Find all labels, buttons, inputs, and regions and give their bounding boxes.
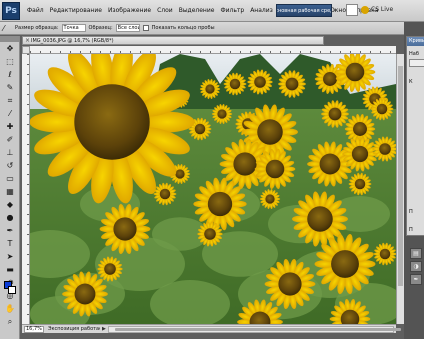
sunflower-photo (30, 54, 396, 324)
curves-dialog[interactable]: Кривые Наб К П П (406, 36, 424, 236)
sample-select[interactable]: Все слои (115, 24, 140, 32)
document-title: IMG_0036.JPG @ 16,7% (RGB/8*) (31, 37, 114, 44)
brush-tool-icon[interactable]: ✐ (2, 134, 18, 146)
eyedropper-options-icon[interactable]: ⁄ (3, 24, 12, 33)
tools-panel: ✥⬚ℓ✎⌗⁄✚✐⊥↺▭▦◆●✒T➤▬⟲◎✋⌕ (0, 36, 20, 339)
paths-panel-icon[interactable]: ✒ (410, 274, 422, 285)
menu-item-0[interactable]: Файл (24, 0, 47, 22)
crop-tool-icon[interactable]: ⌗ (2, 95, 18, 107)
preset-select[interactable] (409, 59, 424, 67)
history-brush-icon[interactable]: ↺ (2, 160, 18, 172)
menu-item-2[interactable]: Изображение (105, 0, 154, 22)
lasso-tool-icon[interactable]: ℓ (2, 69, 18, 81)
move-tool-icon[interactable]: ✥ (2, 43, 18, 55)
cs-live-button[interactable]: CS Live (361, 2, 393, 18)
vertical-scroll-thumb[interactable] (398, 66, 403, 286)
status-text: Экспозиция работает только в (48, 326, 100, 332)
cs-live-label: CS Live (371, 6, 394, 13)
eyedropper-tool-icon[interactable]: ⁄ (2, 108, 18, 120)
output-label: П (409, 209, 413, 215)
gradient-tool-icon[interactable]: ▦ (2, 186, 18, 198)
hand-tool-icon[interactable]: ✋ (2, 303, 18, 315)
close-icon[interactable]: × (25, 38, 30, 44)
show-ring-checkbox[interactable] (142, 25, 149, 31)
menu-item-5[interactable]: Фильтр (217, 0, 247, 22)
dodge-tool-icon[interactable]: ● (2, 212, 18, 224)
horizontal-ruler[interactable] (30, 46, 396, 54)
clone-stamp-icon[interactable]: ⊥ (2, 147, 18, 159)
type-tool-icon[interactable]: T (2, 238, 18, 250)
background-color-swatch[interactable] (8, 286, 16, 294)
marquee-tool-icon[interactable]: ⬚ (2, 56, 18, 68)
path-select-icon[interactable]: ➤ (2, 251, 18, 263)
layers-panel-icon[interactable]: ▤ (410, 248, 422, 259)
preset-label: Наб (409, 51, 419, 57)
zoom-field[interactable]: 16,7% (24, 325, 44, 333)
eraser-tool-icon[interactable]: ▭ (2, 173, 18, 185)
vertical-ruler[interactable] (22, 54, 30, 324)
sample-size-label: Размер образца: (15, 25, 59, 31)
collapsed-panels: ▤ ◑ ✒ (404, 246, 424, 287)
workspace-dropdown-icon[interactable]: » (333, 7, 337, 14)
sample-size-select[interactable]: Точка (61, 24, 86, 32)
shape-tool-icon[interactable]: ▬ (2, 264, 18, 276)
blur-tool-icon[interactable]: ◆ (2, 199, 18, 211)
sample-label: Образец: (88, 25, 113, 31)
status-bar: 16,7% Экспозиция работает только в ▶ (22, 324, 401, 333)
vertical-scrollbar[interactable] (396, 54, 404, 324)
healing-brush-icon[interactable]: ✚ (2, 121, 18, 133)
pen-tool-icon[interactable]: ✒ (2, 225, 18, 237)
menu-bar: Ps Файл Редактирование Изображение Слои Выде… (0, 0, 424, 22)
options-bar: ⁄ Размер образца: Точка Образец: Все сло… (0, 22, 424, 35)
channels-panel-icon[interactable]: ◑ (410, 261, 422, 272)
input-label: П (409, 227, 413, 233)
cs-live-icon (361, 6, 369, 14)
dialog-title[interactable]: Кривые (407, 37, 424, 46)
menu-item-4[interactable]: Выделение (176, 0, 218, 22)
ruler-origin[interactable] (22, 46, 30, 54)
channel-label: К (409, 79, 413, 85)
menu-item-6[interactable]: Анализ (247, 0, 276, 22)
workspace-button[interactable]: Основная рабочая среда (276, 4, 332, 17)
horizontal-scroll-thumb[interactable] (114, 327, 401, 331)
horizontal-scrollbar[interactable] (107, 325, 401, 333)
status-menu-arrow-icon[interactable]: ▶ (102, 326, 106, 332)
document-tab[interactable]: × IMG_0036.JPG @ 16,7% (RGB/8*) (22, 36, 324, 45)
tools-panel-header[interactable] (0, 36, 19, 42)
search-input[interactable] (346, 4, 358, 16)
show-ring-label: Показать кольцо пробы (151, 25, 215, 31)
menu-item-1[interactable]: Редактирование (47, 0, 105, 22)
quick-select-icon[interactable]: ✎ (2, 82, 18, 94)
menu-item-3[interactable]: Слои (154, 0, 176, 22)
photoshop-window: Ps Файл Редактирование Изображение Слои Выде… (0, 0, 424, 339)
document-canvas[interactable] (30, 54, 396, 324)
zoom-tool-icon[interactable]: ⌕ (2, 316, 18, 328)
app-logo: Ps (2, 1, 20, 20)
